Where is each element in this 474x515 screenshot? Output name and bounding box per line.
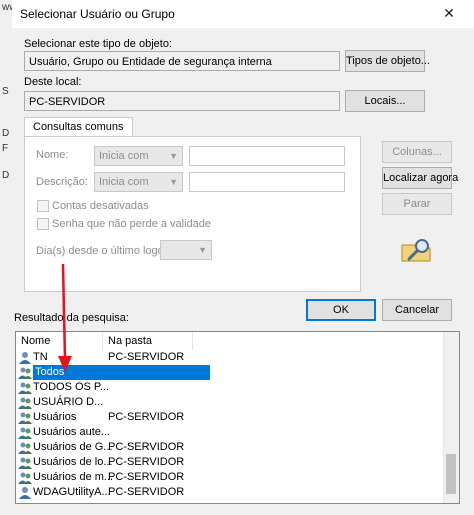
description-mode-select[interactable]: Inicia com ▼ bbox=[94, 172, 183, 192]
name-label: Nome: bbox=[36, 149, 69, 161]
background-fragment: S bbox=[2, 86, 9, 97]
list-item[interactable]: Todos bbox=[16, 365, 446, 380]
chevron-down-icon: ▼ bbox=[198, 245, 207, 255]
scrollbar-thumb[interactable] bbox=[446, 454, 456, 494]
object-types-button[interactable]: Tipos de objeto... bbox=[345, 50, 430, 72]
result-folder: PC-SERVIDOR bbox=[108, 456, 185, 468]
group-icon bbox=[18, 397, 32, 409]
tab-common-queries[interactable]: Consultas comuns bbox=[24, 117, 133, 137]
name-input[interactable] bbox=[189, 146, 345, 166]
list-item[interactable]: Usuários de m... PC-SERVIDOR bbox=[16, 470, 446, 485]
group-icon bbox=[18, 367, 32, 379]
group-icon bbox=[18, 427, 32, 439]
background-fragment: F bbox=[2, 143, 9, 154]
location-field: PC-SERVIDOR bbox=[24, 91, 340, 111]
chevron-down-icon: ▼ bbox=[169, 151, 178, 161]
name-mode-value: Inicia com bbox=[99, 150, 149, 162]
locations-button[interactable]: Locais... bbox=[345, 90, 425, 112]
group-icon bbox=[18, 457, 32, 469]
chevron-down-icon: ▼ bbox=[169, 177, 178, 187]
group-icon bbox=[18, 472, 32, 484]
annotation-arrow-icon bbox=[58, 263, 72, 372]
description-label: Descrição: bbox=[36, 176, 88, 188]
non-expiring-password-checkbox[interactable] bbox=[37, 218, 49, 230]
find-now-button[interactable]: Localizar agora bbox=[382, 167, 458, 189]
result-name: USUÁRIO D... bbox=[33, 396, 104, 408]
list-item[interactable]: WDAGUtilityA... PC-SERVIDOR bbox=[16, 485, 446, 500]
dialog-title: Selecionar Usuário ou Grupo bbox=[20, 7, 175, 21]
columns-button[interactable]: Colunas... bbox=[382, 141, 452, 163]
days-since-logon-label: Dia(s) desde o último logon: bbox=[36, 245, 173, 257]
disabled-accounts-label: Contas desativadas bbox=[52, 200, 149, 212]
list-item[interactable]: Usuários de lo... PC-SERVIDOR bbox=[16, 455, 446, 470]
user-icon bbox=[19, 487, 31, 499]
background-fragment: D bbox=[2, 128, 10, 139]
list-item[interactable]: TODOS OS P... bbox=[16, 380, 446, 395]
name-mode-select[interactable]: Inicia com ▼ bbox=[94, 146, 183, 166]
result-name: WDAGUtilityA... bbox=[33, 486, 111, 498]
result-name: Usuários bbox=[33, 411, 77, 423]
description-input[interactable] bbox=[189, 172, 345, 192]
disabled-accounts-checkbox[interactable] bbox=[37, 200, 49, 212]
list-item[interactable]: USUÁRIO D... bbox=[16, 395, 446, 410]
background-fragment: D bbox=[2, 170, 10, 181]
result-folder: PC-SERVIDOR bbox=[108, 411, 185, 423]
location-label: Deste local: bbox=[24, 76, 82, 88]
result-name: Usuários aute... bbox=[33, 426, 111, 438]
list-item[interactable]: Usuários PC-SERVIDOR bbox=[16, 410, 446, 425]
close-icon[interactable]: ✕ bbox=[440, 4, 458, 22]
list-item[interactable]: Usuários de G... PC-SERVIDOR bbox=[16, 440, 446, 455]
user-icon bbox=[19, 352, 31, 364]
stop-button[interactable]: Parar bbox=[382, 193, 452, 215]
description-mode-value: Inicia com bbox=[99, 176, 149, 188]
days-since-logon-select[interactable]: ▼ bbox=[160, 240, 212, 260]
non-expiring-password-label: Senha que não perde a validade bbox=[52, 218, 212, 230]
result-folder: PC-SERVIDOR bbox=[108, 351, 185, 363]
result-name: Usuários de m... bbox=[33, 471, 114, 483]
object-type-field: Usuário, Grupo ou Entidade de segurança … bbox=[24, 51, 340, 71]
result-folder: PC-SERVIDOR bbox=[108, 486, 185, 498]
results-scrollbar[interactable] bbox=[443, 332, 459, 503]
object-type-label: Selecionar este tipo de objeto: bbox=[24, 38, 172, 50]
result-folder: PC-SERVIDOR bbox=[108, 441, 185, 453]
list-item[interactable]: TN PC-SERVIDOR bbox=[16, 350, 446, 365]
result-name: Usuários de lo... bbox=[33, 456, 113, 468]
results-list[interactable]: Nome Na pasta TN PC-SERVIDOR Todos TODOS… bbox=[15, 331, 460, 504]
search-folder-icon bbox=[401, 239, 431, 262]
result-folder: PC-SERVIDOR bbox=[108, 471, 185, 483]
group-icon bbox=[18, 412, 32, 424]
group-icon bbox=[18, 382, 32, 394]
result-name: TODOS OS P... bbox=[33, 381, 110, 393]
cancel-button[interactable]: Cancelar bbox=[382, 299, 452, 321]
column-header-folder[interactable]: Na pasta bbox=[103, 332, 193, 350]
ok-button[interactable]: OK bbox=[306, 299, 376, 321]
list-item[interactable]: Usuários aute... bbox=[16, 425, 446, 440]
group-icon bbox=[18, 442, 32, 454]
result-name: Usuários de G... bbox=[33, 441, 113, 453]
